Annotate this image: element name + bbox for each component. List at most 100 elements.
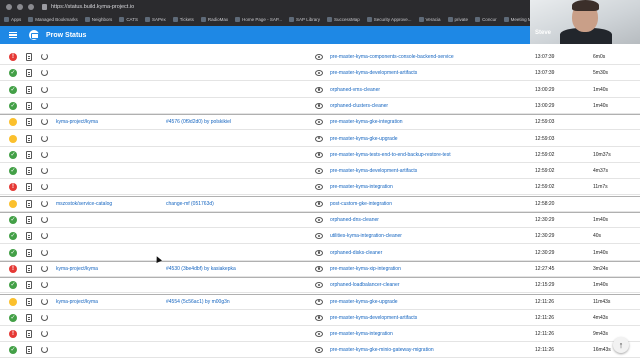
- log-document-icon[interactable]: [26, 297, 32, 306]
- job-name-link[interactable]: orphaned-clusters-cleaner: [330, 103, 388, 109]
- log-document-icon[interactable]: [26, 248, 32, 257]
- job-name-link[interactable]: pre-master-kyma-gke-minio-gateway-migrat…: [330, 347, 434, 353]
- log-document-icon[interactable]: [26, 216, 32, 224]
- bookmark-item[interactable]: Apps: [4, 16, 21, 22]
- job-name-link[interactable]: utilities-kyma-integration-cleaner: [330, 233, 402, 239]
- log-document-icon[interactable]: [26, 69, 32, 78]
- job-name-link[interactable]: pre-master-kyma-xip-integration: [330, 266, 401, 272]
- job-name-link[interactable]: post-custom-gke-integration: [330, 201, 392, 207]
- log-document-icon[interactable]: [26, 150, 32, 159]
- pull-request-link[interactable]: #4576 (0f9d2d0) by polskikiel: [166, 119, 231, 125]
- view-eye-icon[interactable]: [315, 135, 323, 142]
- job-name-link[interactable]: pre-master-kyma-components-console-backe…: [330, 54, 454, 60]
- rerun-icon[interactable]: [41, 216, 48, 223]
- job-name-link[interactable]: orphaned-vms-cleaner: [330, 87, 380, 93]
- rerun-icon[interactable]: [41, 346, 48, 354]
- bookmark-item[interactable]: SuccessMap: [326, 16, 360, 22]
- view-eye-icon[interactable]: [315, 347, 323, 354]
- job-name-link[interactable]: orphaned-loadbalancer-cleaner: [330, 282, 400, 288]
- bookmark-item[interactable]: RadioMax: [200, 16, 228, 22]
- rerun-icon[interactable]: [41, 199, 48, 207]
- view-eye-icon[interactable]: [315, 102, 323, 109]
- view-eye-icon[interactable]: [315, 331, 323, 338]
- view-eye-icon[interactable]: [315, 233, 323, 240]
- job-name-link[interactable]: pre-master-kyma-gke-upgrade: [330, 136, 398, 142]
- log-document-icon[interactable]: [26, 183, 32, 192]
- rerun-icon[interactable]: [41, 183, 48, 191]
- rerun-icon[interactable]: [41, 85, 48, 93]
- log-document-icon[interactable]: [26, 199, 32, 208]
- log-document-icon[interactable]: [26, 264, 32, 273]
- log-document-icon[interactable]: [26, 346, 32, 355]
- view-eye-icon[interactable]: [315, 86, 323, 93]
- bookmark-item[interactable]: Concur: [475, 16, 497, 22]
- back-icon[interactable]: [6, 3, 12, 10]
- log-document-icon[interactable]: [26, 118, 32, 127]
- view-eye-icon[interactable]: [315, 184, 323, 191]
- log-document-icon[interactable]: [26, 53, 32, 61]
- job-name-link[interactable]: pre-master-kyma-integration: [330, 331, 393, 337]
- rerun-icon[interactable]: [41, 53, 48, 60]
- address-bar[interactable]: https://status.build.kyma-project.io: [0, 0, 530, 13]
- rerun-icon[interactable]: [41, 69, 48, 77]
- bookmark-item[interactable]: Veracia: [418, 16, 441, 22]
- log-document-icon[interactable]: [26, 85, 32, 94]
- rerun-icon[interactable]: [41, 330, 48, 338]
- rerun-icon[interactable]: [41, 118, 48, 126]
- log-document-icon[interactable]: [26, 330, 32, 339]
- job-name-link[interactable]: pre-master-kyma-development-artifacts: [330, 168, 417, 174]
- repo-link[interactable]: kyma-project/kyma: [56, 299, 98, 305]
- rerun-icon[interactable]: [41, 232, 48, 240]
- job-name-link[interactable]: pre-master-kyma-gke-integration: [330, 119, 403, 125]
- view-eye-icon[interactable]: [315, 265, 323, 272]
- view-eye-icon[interactable]: [315, 70, 323, 77]
- view-eye-icon[interactable]: [315, 298, 323, 305]
- rerun-icon[interactable]: [41, 150, 48, 158]
- job-name-link[interactable]: orphaned-disks-cleaner: [330, 250, 382, 256]
- rerun-icon[interactable]: [41, 101, 48, 109]
- log-document-icon[interactable]: [26, 313, 32, 322]
- bookmark-item[interactable]: Neighbors: [84, 16, 112, 22]
- job-name-link[interactable]: pre-master-kyma-tests-end-to-end-backup-…: [330, 152, 451, 158]
- bookmark-item[interactable]: Managed Bookmarks: [28, 16, 78, 22]
- rerun-icon[interactable]: [41, 167, 48, 175]
- bookmark-item[interactable]: SAP Library: [289, 16, 320, 22]
- job-name-link[interactable]: pre-master-kyma-development-artifacts: [330, 70, 417, 76]
- rerun-icon[interactable]: [41, 248, 48, 256]
- view-eye-icon[interactable]: [315, 200, 323, 207]
- rerun-icon[interactable]: [41, 281, 48, 289]
- view-eye-icon[interactable]: [315, 119, 323, 126]
- log-document-icon[interactable]: [26, 232, 32, 241]
- rerun-icon[interactable]: [41, 264, 48, 272]
- forward-icon[interactable]: [17, 3, 23, 10]
- pull-request-link[interactable]: change-mf (051763d): [166, 201, 214, 207]
- job-name-link[interactable]: pre-master-kyma-development-artifacts: [330, 315, 417, 321]
- log-document-icon[interactable]: [26, 167, 32, 176]
- bookmark-item[interactable]: CATS: [119, 16, 138, 22]
- repo-link[interactable]: mszostok/service-catalog: [56, 201, 112, 207]
- bookmark-item[interactable]: SAPex: [144, 16, 166, 22]
- view-eye-icon[interactable]: [315, 217, 323, 223]
- reload-icon[interactable]: [28, 3, 34, 10]
- job-name-link[interactable]: orphaned-dns-cleaner: [330, 217, 379, 223]
- rerun-icon[interactable]: [41, 297, 48, 305]
- log-document-icon[interactable]: [26, 134, 32, 143]
- scroll-top-button[interactable]: ↑: [613, 337, 629, 353]
- view-eye-icon[interactable]: [315, 54, 323, 60]
- bookmark-item[interactable]: Home Page - SAP...: [235, 16, 282, 22]
- job-name-link[interactable]: pre-master-kyma-gke-upgrade: [330, 299, 398, 305]
- pull-request-link[interactable]: #4530 (3be4dbf) by kasiakepka: [166, 266, 236, 272]
- view-eye-icon[interactable]: [315, 168, 323, 175]
- rerun-icon[interactable]: [41, 134, 48, 142]
- view-eye-icon[interactable]: [315, 151, 323, 158]
- pull-request-link[interactable]: #4554 (5c56ac1) by m00g3n: [166, 299, 230, 305]
- repo-link[interactable]: kyma-project/kyma: [56, 119, 98, 125]
- job-name-link[interactable]: pre-master-kyma-integration: [330, 184, 393, 190]
- view-eye-icon[interactable]: [315, 249, 323, 256]
- repo-link[interactable]: kyma-project/kyma: [56, 266, 98, 272]
- bookmark-item[interactable]: private: [447, 16, 468, 22]
- rerun-icon[interactable]: [41, 313, 48, 321]
- view-eye-icon[interactable]: [315, 282, 323, 289]
- log-document-icon[interactable]: [26, 101, 32, 110]
- bookmark-item[interactable]: Tickets: [172, 16, 194, 22]
